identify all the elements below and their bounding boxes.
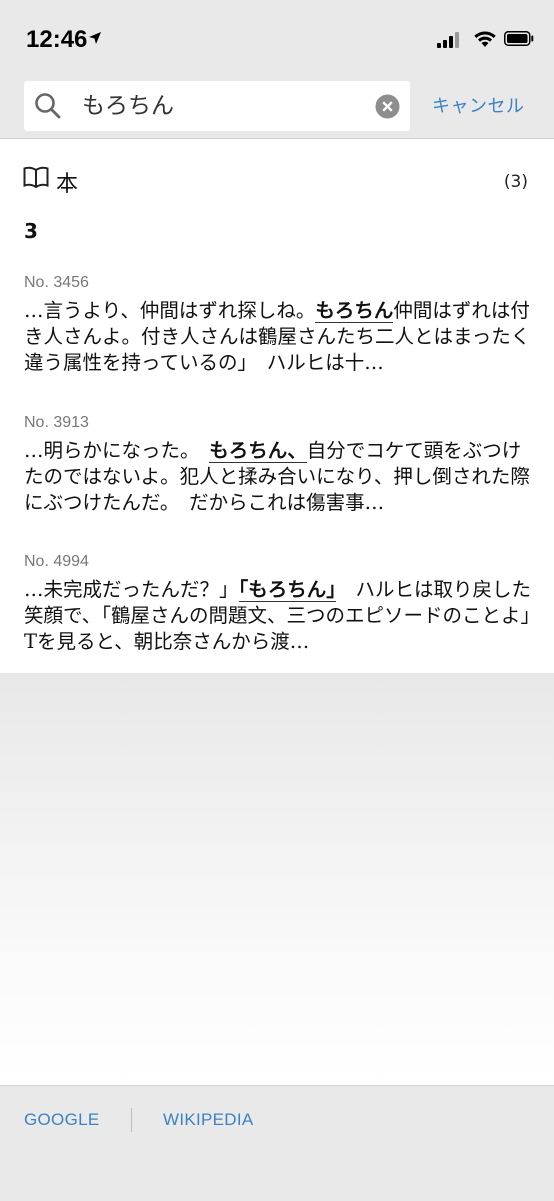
result-count: (3) [503, 172, 528, 192]
clear-search-icon[interactable] [375, 94, 400, 119]
result-location: No. 3913 [24, 414, 89, 431]
search-results: 本 (3) 3 No. 3456 …言うより、仲間はずれ探しね。もろちん仲間はず… [0, 139, 554, 673]
group-label: 3 [24, 219, 38, 243]
result-snippet: …未完成だったんだ？」「もろちん」 ハルヒは取り戻した笑顔で、「鶴屋さんの問題文… [24, 578, 550, 653]
search-highlight: 「もろちん」 [238, 578, 337, 602]
empty-area [0, 673, 554, 1085]
result-item[interactable]: No. 3913 …明らかになった。 もろちん、自分でコケて頭をぶつけたのではな… [24, 414, 534, 516]
search-input[interactable] [82, 81, 362, 131]
footer-bar: GOOGLE WIKIPEDIA [0, 1085, 554, 1201]
location-arrow-icon [89, 32, 101, 44]
search-field[interactable] [24, 81, 410, 131]
result-snippet: …明らかになった。 もろちん、自分でコケて頭をぶつけたのではないよ。犯人と揉み合… [24, 439, 530, 514]
status-time: 12:46 [26, 26, 88, 53]
search-icon [35, 93, 61, 119]
result-location: No. 4994 [24, 553, 89, 570]
status-bar: 12:46 [0, 0, 554, 80]
result-item[interactable]: No. 3456 …言うより、仲間はずれ探しね。もろちん仲間はずれは付き人さんよ… [24, 274, 534, 376]
cellular-signal-icon [437, 32, 459, 48]
cancel-button[interactable]: キャンセル [432, 92, 525, 118]
google-search-link[interactable]: GOOGLE [24, 1110, 100, 1130]
book-icon [23, 166, 49, 188]
wikipedia-search-link[interactable]: WIKIPEDIA [163, 1110, 254, 1130]
result-location: No. 3456 [24, 274, 89, 291]
result-item[interactable]: No. 4994 …未完成だったんだ？」「もろちん」 ハルヒは取り戻した笑顔で、… [24, 553, 550, 655]
search-highlight: もろちん [315, 299, 394, 323]
search-highlight: もろちん、 [209, 439, 307, 463]
battery-icon [504, 31, 534, 46]
footer-divider [131, 1108, 132, 1132]
wifi-icon [474, 31, 496, 47]
result-snippet: …言うより、仲間はずれ探しね。もろちん仲間はずれは付き人さんよ。付き人さんは鶴屋… [24, 299, 531, 374]
section-title: 本 [56, 172, 79, 197]
